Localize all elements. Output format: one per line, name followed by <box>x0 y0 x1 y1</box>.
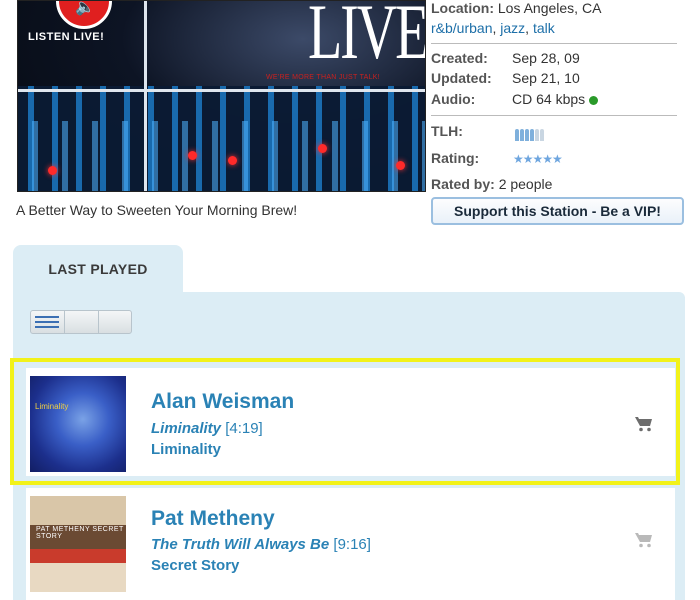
audio-row: Audio: CD 64 kbps <box>431 91 599 111</box>
list-item-track[interactable]: PAT METHENY SECRET STORY Pat Metheny The… <box>26 488 675 600</box>
tlh-person-icon <box>515 129 519 142</box>
detail-view-button[interactable] <box>98 311 131 333</box>
divider <box>431 115 677 116</box>
tlh-person-icon <box>540 129 544 142</box>
banner-divider-horizontal <box>18 89 425 92</box>
created-value: Sep 28, 09 <box>512 50 580 66</box>
created-label: Created: <box>431 50 488 66</box>
tlh-person-icon <box>520 129 524 142</box>
rating-stars-icon[interactable]: ★★★★★ <box>513 152 563 166</box>
station-caption: A Better Way to Sweeten Your Morning Bre… <box>16 202 298 218</box>
mixer-led <box>188 151 197 160</box>
banner-divider-vertical <box>144 1 147 191</box>
vip-support-button[interactable]: Support this Station - Be a VIP! <box>431 197 684 225</box>
mixer-led <box>396 161 405 170</box>
genre-link-jazz[interactable]: jazz <box>500 20 525 36</box>
track-title-text: The Truth Will Always Be <box>151 536 330 553</box>
mixer-led <box>228 156 237 165</box>
tlh-person-icon <box>530 129 534 142</box>
list-view-icon <box>35 316 59 328</box>
rated-by-row: Rated by: 2 people <box>431 176 552 196</box>
rated-by-label: Rated by: <box>431 176 495 192</box>
mixer-led <box>318 144 327 153</box>
track-artist[interactable]: Pat Metheny <box>151 507 275 531</box>
genres-row: r&b/urban, jazz, talk <box>431 20 555 36</box>
online-status-dot <box>589 95 599 105</box>
location-label: Location: <box>431 0 494 16</box>
speaker-icon: 🔈 <box>75 0 95 16</box>
compact-view-button[interactable] <box>65 311 99 333</box>
shopping-cart-icon[interactable] <box>634 532 654 548</box>
album-art-text: PAT METHENY SECRET STORY <box>36 526 124 540</box>
created-row: Created: Sep 28, 09 <box>431 50 580 70</box>
mixer-faders <box>18 121 425 191</box>
listen-live-text: LISTEN LIVE! <box>28 31 105 43</box>
track-album[interactable]: Secret Story <box>151 557 239 574</box>
updated-value: Sep 21, 10 <box>512 70 580 86</box>
updated-label: Updated: <box>431 70 492 86</box>
tlh-person-icon <box>525 129 529 142</box>
tlh-label: TLH: <box>431 123 463 139</box>
track-title[interactable]: The Truth Will Always Be [9:16] <box>151 536 371 553</box>
station-banner: 🔈 LISTEN LIVE! LIVE! WE'RE MORE THAN JUS… <box>17 0 426 192</box>
location-row: Location: Los Angeles, CA <box>431 0 601 20</box>
rated-by-value: 2 people <box>498 176 553 192</box>
genre-link-talk[interactable]: talk <box>533 20 555 36</box>
genre-link-rnb[interactable]: r&b/urban <box>431 20 492 36</box>
tlh-person-icon <box>535 129 539 142</box>
audio-value: CD 64 kbps <box>512 91 586 107</box>
list-view-button[interactable] <box>31 311 65 333</box>
mixer-led <box>48 166 57 175</box>
divider <box>431 43 677 44</box>
rating-row: Rating: ★★★★★ <box>431 150 563 170</box>
audio-label: Audio: <box>431 91 476 107</box>
view-mode-selector <box>30 310 132 334</box>
tab-last-played[interactable]: LAST PLAYED <box>13 245 183 295</box>
updated-row: Updated: Sep 21, 10 <box>431 70 580 90</box>
track-duration: [9:16] <box>333 536 371 553</box>
rating-label: Rating: <box>431 150 480 166</box>
banner-tagline: WE'RE MORE THAN JUST TALK! <box>266 74 381 81</box>
album-art[interactable]: PAT METHENY SECRET STORY <box>30 496 126 592</box>
live-text: LIVE! <box>308 0 426 75</box>
tlh-row: TLH: <box>431 123 544 143</box>
location-value: Los Angeles, CA <box>497 0 602 16</box>
highlight-frame <box>10 358 680 485</box>
tlh-meter-icon <box>515 126 545 142</box>
